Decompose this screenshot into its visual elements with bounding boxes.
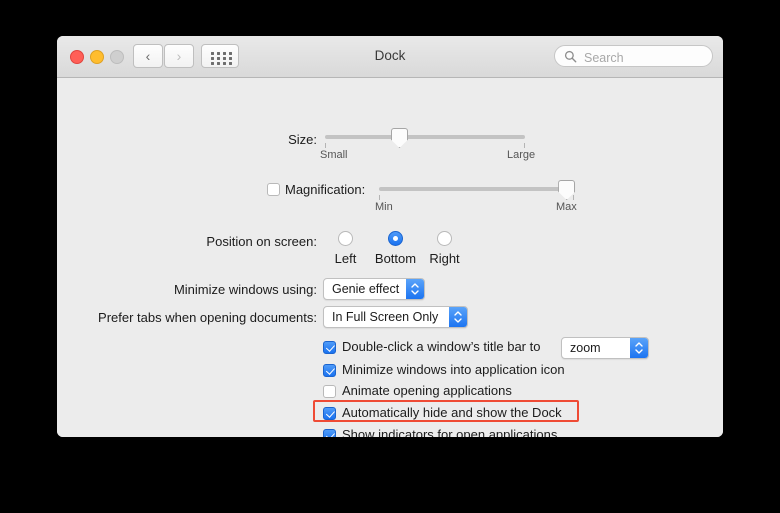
chevron-up-icon: [454, 311, 462, 316]
slider-tick-min: [379, 195, 380, 200]
minimize-effect-select[interactable]: Genie effect: [323, 278, 425, 300]
radio-position-right[interactable]: [437, 231, 452, 246]
label-automatically-hide-dock: Automatically hide and show the Dock: [342, 405, 562, 420]
prefer-tabs-value: In Full Screen Only: [332, 310, 439, 324]
chevron-down-icon: [411, 290, 419, 295]
slider-track: [379, 187, 574, 191]
chevron-down-icon: [635, 349, 643, 354]
magnification-label: Magnification:: [285, 182, 366, 197]
stepper-icon[interactable]: [449, 307, 467, 327]
stepper-icon[interactable]: [630, 338, 648, 358]
checkbox-animate-opening-applications[interactable]: [323, 385, 336, 398]
slider-thumb[interactable]: [558, 180, 576, 200]
slider-track: [325, 135, 525, 139]
system-preferences-window: ‹ › Dock Size:: [57, 36, 723, 437]
search-input[interactable]: [582, 48, 706, 67]
checkbox-minimize-into-app-icon[interactable]: [323, 364, 336, 377]
checkbox-show-indicators[interactable]: [323, 429, 336, 437]
slider-tick-max: [524, 143, 525, 148]
label-minimize-into-app-icon: Minimize windows into application icon: [342, 362, 565, 377]
double-click-action-value: zoom: [570, 341, 601, 355]
window-titlebar: ‹ › Dock: [57, 36, 723, 78]
search-icon: [564, 50, 577, 63]
chevron-up-icon: [635, 342, 643, 347]
search-field[interactable]: [554, 45, 713, 67]
radio-label-right: Right: [429, 251, 460, 266]
checkbox-automatically-hide-dock[interactable]: [323, 407, 336, 420]
label-show-indicators: Show indicators for open applications: [342, 427, 558, 437]
size-label: Size:: [288, 132, 317, 147]
prefer-tabs-label: Prefer tabs when opening documents:: [98, 310, 317, 325]
slider-tick-min: [325, 143, 326, 148]
prefer-tabs-select[interactable]: In Full Screen Only: [323, 306, 468, 328]
radio-position-bottom[interactable]: [388, 231, 403, 246]
minimize-effect-label: Minimize windows using:: [173, 282, 317, 297]
checkbox-double-click-title-bar[interactable]: [323, 341, 336, 354]
label-double-click-title-bar: Double-click a window’s title bar to: [342, 339, 541, 354]
magnification-max-label: Max: [556, 201, 577, 213]
dock-preferences-pane: Size: Small Large Magnification: Min Max…: [57, 78, 723, 437]
size-max-label: Large: [507, 149, 536, 161]
stepper-icon[interactable]: [406, 279, 424, 299]
label-animate-opening-applications: Animate opening applications: [342, 383, 512, 398]
dock-size-slider[interactable]: Small Large: [320, 126, 535, 161]
chevron-down-icon: [454, 318, 462, 323]
magnification-min-label: Min: [375, 201, 393, 213]
slider-thumb[interactable]: [391, 128, 408, 148]
chevron-up-icon: [411, 283, 419, 288]
magnification-checkbox[interactable]: [267, 183, 280, 196]
size-min-label: Small: [320, 149, 348, 161]
position-on-screen-label: Position on screen:: [206, 234, 317, 249]
radio-position-left[interactable]: [338, 231, 353, 246]
minimize-effect-value: Genie effect: [332, 282, 400, 296]
magnification-slider[interactable]: Min Max: [375, 178, 577, 213]
double-click-action-select[interactable]: zoom: [561, 337, 649, 359]
